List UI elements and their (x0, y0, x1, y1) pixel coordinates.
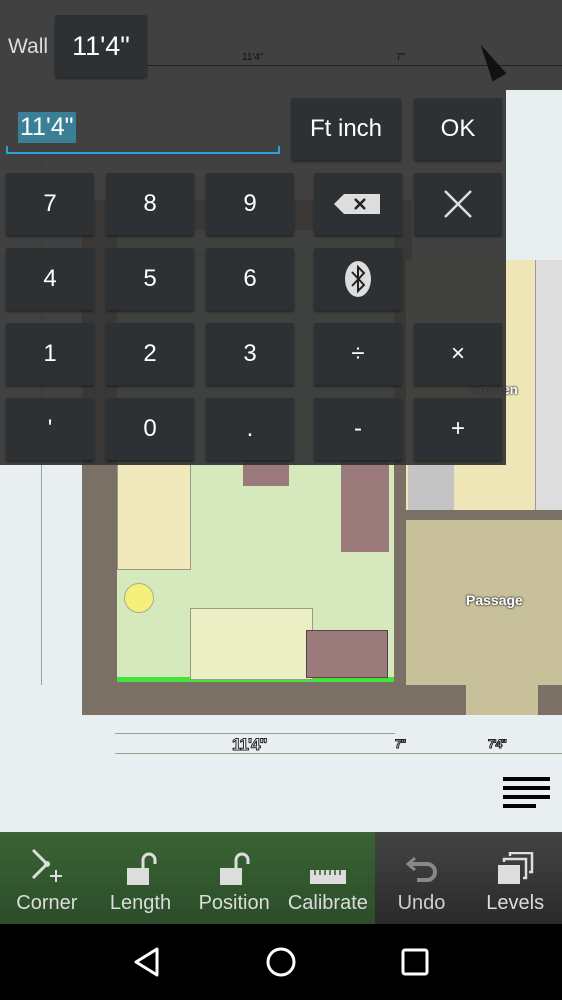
recents-icon[interactable] (400, 947, 430, 977)
backspace-button[interactable] (314, 173, 402, 235)
close-icon (444, 190, 472, 218)
corner-label: Corner (16, 892, 78, 914)
key-multiply[interactable]: × (414, 323, 502, 385)
passage-label: Passage (466, 592, 523, 608)
ruler-icon (309, 870, 346, 884)
key-divide[interactable]: ÷ (314, 323, 402, 385)
menu-button[interactable] (503, 777, 550, 813)
ok-button[interactable]: OK (414, 98, 502, 160)
key-dot[interactable]: . (206, 398, 294, 460)
dimension-top-small: 7" (396, 52, 406, 63)
clear-button[interactable] (414, 173, 502, 235)
calibrate-label: Calibrate (287, 892, 368, 914)
key-plus[interactable]: + (414, 398, 502, 460)
back-icon[interactable] (132, 946, 162, 978)
key-6[interactable]: 6 (206, 248, 294, 310)
length-label: Length (109, 892, 172, 914)
bottom-toolbar: Corner Length Position Calibrate Undo Le… (0, 832, 562, 924)
backspace-icon (334, 194, 380, 214)
levels-button[interactable]: Levels (468, 832, 562, 924)
key-4[interactable]: 4 (6, 248, 94, 310)
bluetooth-button[interactable] (314, 248, 402, 310)
undo-icon (405, 856, 437, 882)
key-0[interactable]: 0 (106, 398, 194, 460)
key-feet[interactable]: ' (6, 398, 94, 460)
key-3[interactable]: 3 (206, 323, 294, 385)
calibrate-button[interactable]: Calibrate (281, 832, 375, 924)
key-1[interactable]: 1 (6, 323, 94, 385)
dimension-bottom-small[interactable]: 7" (394, 737, 406, 752)
kitchen-counter (535, 260, 562, 510)
passage-door-opening (466, 685, 538, 715)
position-label: Position (198, 892, 270, 914)
levels-label: Levels (486, 892, 545, 914)
fridge (408, 465, 454, 510)
undo-button[interactable]: Undo (375, 832, 469, 924)
unlock-icon (220, 852, 250, 885)
home-icon[interactable] (265, 946, 297, 978)
lamp (124, 583, 154, 613)
key-minus[interactable]: - (314, 398, 402, 460)
key-8[interactable]: 8 (106, 173, 194, 235)
dimension-line-bottom-2 (115, 733, 395, 734)
length-input-value: 11'4" (18, 112, 76, 143)
wall-length-display[interactable]: 11'4" (55, 15, 147, 77)
sofa (117, 460, 191, 570)
key-2[interactable]: 2 (106, 323, 194, 385)
layers-icon (498, 852, 534, 884)
dimension-bottom-main[interactable]: 11'4" (232, 735, 269, 755)
length-lock-button[interactable]: Length (94, 832, 188, 924)
position-lock-button[interactable]: Position (187, 832, 281, 924)
system-nav-bar (0, 924, 562, 1000)
key-7[interactable]: 7 (6, 173, 94, 235)
key-5[interactable]: 5 (106, 248, 194, 310)
cabinet (306, 630, 388, 678)
corner-button[interactable]: Corner (0, 832, 94, 924)
dimension-bottom-right[interactable]: 7'4" (488, 737, 508, 752)
length-input[interactable]: 11'4" (6, 108, 280, 154)
bluetooth-icon (345, 261, 371, 297)
dimension-top-main: 11'4" (242, 52, 264, 63)
key-9[interactable]: 9 (206, 173, 294, 235)
wall-label: Wall (8, 35, 49, 58)
unlock-icon (126, 852, 156, 885)
unit-toggle-button[interactable]: Ft inch (291, 98, 401, 160)
dimension-line-bottom (115, 753, 562, 754)
corner-add-icon (31, 848, 62, 882)
undo-label: Undo (397, 892, 446, 914)
armchair (190, 608, 313, 680)
